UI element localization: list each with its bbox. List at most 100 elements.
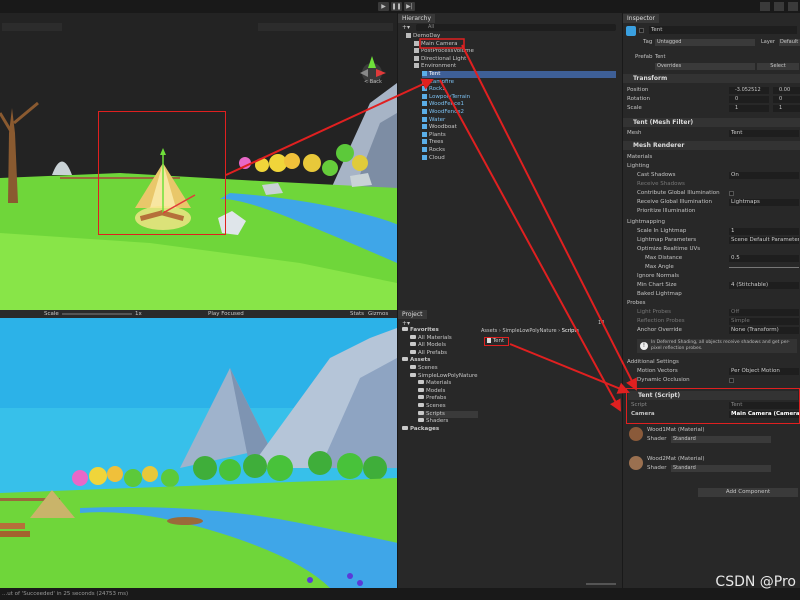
pause-button[interactable]: ❚❚: [391, 2, 402, 11]
cast-shadows-dropdown[interactable]: On: [729, 172, 799, 179]
project-folder-item[interactable]: Shaders: [418, 418, 478, 425]
position-x-field[interactable]: -3.052512: [729, 87, 769, 94]
hierarchy-item[interactable]: Plants: [422, 131, 616, 139]
select-button[interactable]: Select: [757, 63, 799, 70]
hierarchy-item[interactable]: Directional Light: [414, 55, 616, 63]
wood2-shader-dropdown[interactable]: Standard: [671, 465, 771, 472]
add-component-button[interactable]: Add Component: [698, 488, 798, 497]
project-folder-item[interactable]: Assets: [402, 357, 478, 364]
baked-lightmap-foldout[interactable]: Baked Lightmap: [637, 290, 682, 298]
prefab-value[interactable]: Tent: [655, 54, 665, 60]
mesh-renderer-header[interactable]: Mesh Renderer: [623, 141, 800, 150]
lightmapping-foldout[interactable]: Lightmapping: [627, 218, 665, 226]
hierarchy-item[interactable]: WoodFence2: [422, 109, 616, 116]
scale-y-field[interactable]: 1: [773, 105, 800, 112]
mesh-field[interactable]: Tent: [729, 130, 799, 137]
project-folder-item[interactable]: Scripts: [418, 410, 478, 418]
lightmap-params-dropdown[interactable]: Scene Default Parameters: [729, 237, 799, 244]
play-mode-dropdown[interactable]: Play Focused: [208, 311, 244, 317]
project-folder-item[interactable]: SimpleLowPolyNature: [410, 372, 478, 380]
project-folder-item[interactable]: Packages: [402, 425, 478, 433]
hierarchy-search-input[interactable]: All: [416, 24, 616, 31]
motion-vectors-dropdown[interactable]: Per Object Motion: [729, 368, 799, 375]
hierarchy-item[interactable]: Water: [422, 116, 616, 124]
wood2-material-name[interactable]: Wood2Mat (Material): [647, 455, 705, 463]
search-icon[interactable]: [760, 2, 770, 11]
hierarchy-item[interactable]: DemoDay: [406, 33, 616, 40]
project-folder-item[interactable]: Favorites: [402, 327, 478, 334]
step-button[interactable]: ▶|: [404, 2, 415, 11]
hierarchy-item[interactable]: Trees: [422, 139, 616, 146]
breadcrumb-simplelowpolynature[interactable]: SimpleLowPolyNature: [502, 328, 556, 334]
scale-slider[interactable]: [62, 313, 132, 315]
play-button[interactable]: ▶: [378, 2, 389, 11]
project-tab[interactable]: Project: [398, 310, 427, 319]
active-toggle[interactable]: [639, 28, 644, 35]
stats-button[interactable]: Stats: [350, 311, 364, 317]
hierarchy-item[interactable]: Woodboat: [422, 124, 616, 131]
scene-view[interactable]: < Back: [0, 13, 397, 310]
scale-x-field[interactable]: 1: [729, 105, 769, 112]
breadcrumb-scripts[interactable]: Scripts: [562, 328, 579, 334]
script-field[interactable]: Tent: [729, 402, 799, 409]
zoom-slider[interactable]: [586, 583, 616, 585]
layer-dropdown[interactable]: Default: [779, 39, 800, 46]
additional-settings-foldout[interactable]: Additional Settings: [627, 358, 679, 366]
tent-script-header[interactable]: Tent (Script): [628, 391, 798, 400]
hierarchy-item[interactable]: LowpolyTerrain: [422, 93, 616, 101]
project-folder-item[interactable]: Scenes: [418, 403, 478, 410]
create-icon[interactable]: +▾: [402, 320, 410, 327]
hierarchy-item[interactable]: Campfire: [422, 78, 616, 86]
tag-dropdown[interactable]: Untagged: [655, 39, 755, 46]
hierarchy-item[interactable]: WoodFence1: [422, 101, 616, 108]
layers-icon[interactable]: [774, 2, 784, 11]
overrides-dropdown[interactable]: Overrides: [655, 63, 755, 70]
inspector-tab[interactable]: Inspector: [623, 14, 659, 23]
wood1-shader-dropdown[interactable]: Standard: [671, 436, 771, 443]
add-icon[interactable]: +▾: [402, 24, 412, 31]
position-y-field[interactable]: 0.00: [773, 87, 800, 94]
project-folder-item[interactable]: All Materials: [410, 334, 478, 342]
hierarchy-item[interactable]: Rock1: [422, 86, 616, 93]
probes-foldout[interactable]: Probes: [627, 299, 645, 307]
materials-foldout[interactable]: Materials: [627, 153, 652, 161]
project-folder-item[interactable]: Prefabs: [418, 395, 478, 402]
mesh-filter-header[interactable]: Tent (Mesh Filter): [623, 118, 800, 127]
project-folder-item[interactable]: Models: [418, 387, 478, 395]
hierarchy-item[interactable]: Rocks: [422, 147, 616, 154]
project-folder-item[interactable]: Materials: [418, 380, 478, 387]
scene-tools[interactable]: [2, 23, 62, 31]
lighting-foldout[interactable]: Lighting: [627, 162, 649, 170]
max-angle-slider[interactable]: [729, 267, 799, 268]
wood1-material-name[interactable]: Wood1Mat (Material): [647, 426, 705, 434]
hierarchy-item[interactable]: Cloud: [422, 154, 616, 162]
dynamic-occlusion-checkbox[interactable]: [729, 378, 734, 385]
hierarchy-item[interactable]: PostProcessVolume: [414, 48, 616, 55]
hierarchy-item[interactable]: Main Camera: [414, 40, 616, 48]
tent-script-file[interactable]: Tent: [484, 337, 509, 346]
gizmos-button[interactable]: Gizmos: [368, 311, 388, 317]
rotation-y-field[interactable]: 0: [773, 96, 800, 103]
hierarchy-tab[interactable]: Hierarchy: [398, 14, 436, 23]
max-distance-field[interactable]: 0.5: [729, 255, 799, 262]
reflection-probes-dropdown[interactable]: Simple: [729, 318, 799, 325]
min-chart-dropdown[interactable]: 4 (Stitchable): [729, 282, 799, 289]
breadcrumb-assets[interactable]: Assets: [481, 328, 497, 334]
anchor-override-field[interactable]: None (Transform): [729, 327, 799, 334]
receive-gi-dropdown[interactable]: Lightmaps: [729, 199, 799, 206]
hierarchy-item[interactable]: Environment: [414, 63, 616, 70]
object-name-field[interactable]: Tent: [649, 26, 797, 34]
contribute-gi-checkbox[interactable]: [729, 191, 734, 198]
layout-icon[interactable]: [788, 2, 798, 11]
scale-lightmap-field[interactable]: 1: [729, 228, 799, 235]
game-view[interactable]: [0, 318, 397, 588]
project-folder-item[interactable]: All Models: [410, 342, 478, 349]
project-folder-item[interactable]: All Prefabs: [410, 349, 478, 357]
light-probes-dropdown[interactable]: Off: [729, 309, 799, 316]
scene-view-options[interactable]: [258, 23, 393, 31]
scene-back-label[interactable]: < Back: [364, 79, 382, 85]
transform-header[interactable]: Transform: [623, 74, 800, 83]
camera-field[interactable]: Main Camera (Camera): [729, 411, 799, 418]
rotation-x-field[interactable]: 0: [729, 96, 769, 103]
project-folder-item[interactable]: Scenes: [410, 365, 478, 372]
